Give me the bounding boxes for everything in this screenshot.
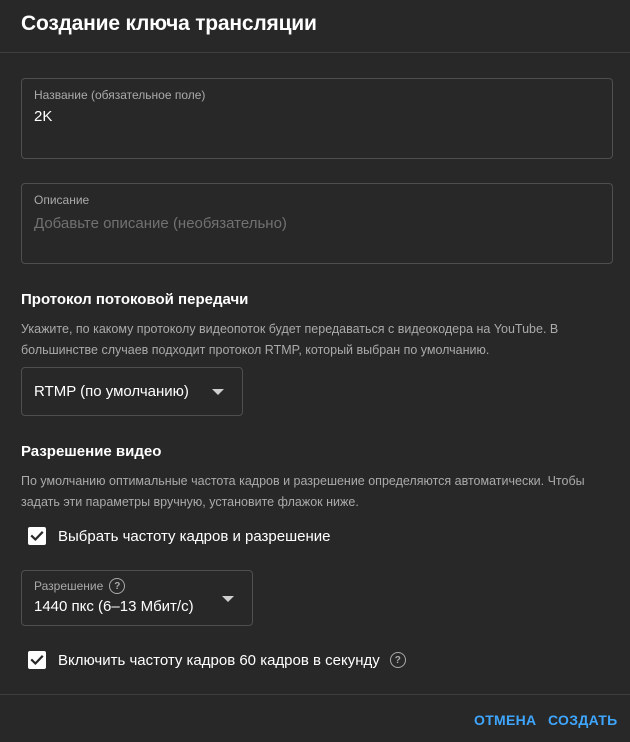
cancel-button[interactable]: ОТМЕНА (474, 712, 536, 728)
chevron-down-icon (212, 389, 224, 395)
dialog-title: Создание ключа трансляции (21, 12, 317, 35)
resolution-select-label: Разрешение (34, 579, 104, 593)
help-icon[interactable]: ? (389, 652, 406, 668)
help-icon[interactable]: ? (109, 578, 126, 594)
dialog-footer: ОТМЕНА СОЗДАТЬ (0, 694, 630, 742)
resolution-description: По умолчанию оптимальные частота кадров … (21, 474, 585, 509)
description-field[interactable]: Описание (21, 183, 613, 264)
name-field[interactable]: Название (обязательное поле) (21, 78, 613, 159)
resolution-select[interactable]: Разрешение ? 1440 пкс (6–13 Мбит/с) (21, 570, 253, 626)
fps60-label: Включить частоту кадров 60 кадров в секу… (58, 651, 380, 669)
checkmark-icon (30, 531, 44, 542)
manual-settings-label: Выбрать частоту кадров и разрешение (58, 527, 331, 545)
fps60-checkbox[interactable] (28, 651, 46, 669)
protocol-section-title: Протокол потоковой передачи (21, 291, 249, 308)
protocol-select[interactable]: RTMP (по умолчанию) (21, 367, 243, 416)
name-input[interactable] (34, 108, 594, 125)
resolution-select-label-row: Разрешение ? (34, 578, 126, 594)
description-field-label: Описание (34, 193, 90, 207)
dialog-header: Создание ключа трансляции (0, 0, 630, 53)
description-input[interactable] (34, 215, 594, 232)
protocol-description: Укажите, по какому протоколу видеопоток … (21, 322, 559, 357)
resolution-select-value: 1440 пкс (6–13 Мбит/с) (34, 598, 194, 615)
manual-settings-checkbox-row[interactable]: Выбрать частоту кадров и разрешение (28, 526, 330, 546)
create-button[interactable]: СОЗДАТЬ (548, 712, 618, 728)
manual-settings-checkbox[interactable] (28, 527, 46, 545)
create-stream-key-dialog: Создание ключа трансляции Название (обяз… (0, 0, 630, 742)
chevron-down-icon (222, 596, 234, 602)
protocol-select-value: RTMP (по умолчанию) (34, 383, 189, 400)
name-field-label: Название (обязательное поле) (34, 88, 206, 102)
fps60-checkbox-row[interactable]: Включить частоту кадров 60 кадров в секу… (28, 650, 406, 670)
checkmark-icon (30, 655, 44, 666)
resolution-section-title: Разрешение видео (21, 443, 162, 460)
